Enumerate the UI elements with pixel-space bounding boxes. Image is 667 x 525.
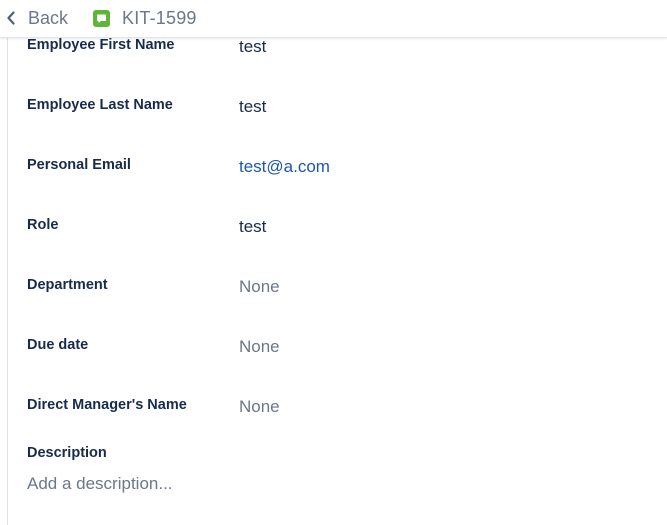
issue-key-link[interactable]: KIT-1599 xyxy=(93,0,197,36)
field-label: Role xyxy=(27,217,59,233)
field-employee-first-name: Employee First Name test xyxy=(27,37,647,67)
field-value[interactable]: test xyxy=(239,217,266,237)
field-value[interactable]: test xyxy=(239,97,266,117)
field-label: Due date xyxy=(27,337,89,353)
description-input[interactable]: Add a description... xyxy=(27,474,173,494)
panel-divider xyxy=(7,37,8,525)
issue-fields-panel: Employee First Name test Employee Last N… xyxy=(0,37,667,525)
back-label: Back xyxy=(28,7,69,28)
field-employee-last-name: Employee Last Name test xyxy=(27,97,647,127)
story-icon xyxy=(93,9,110,27)
field-department: Department None xyxy=(27,277,647,307)
field-label: Employee Last Name xyxy=(27,97,173,113)
field-label: Direct Manager's Name xyxy=(27,397,187,413)
back-button[interactable]: Back xyxy=(0,0,74,36)
email-link[interactable]: test@a.com xyxy=(239,157,330,177)
issue-detail-page: Back KIT-1599 Employee First Name test E… xyxy=(0,0,667,525)
field-value[interactable]: test xyxy=(239,37,266,57)
field-label: Department xyxy=(27,277,108,293)
field-direct-manager-name: Direct Manager's Name None xyxy=(27,397,647,427)
field-value[interactable]: None xyxy=(239,277,280,297)
field-value[interactable]: None xyxy=(239,337,280,357)
field-personal-email: Personal Email test@a.com xyxy=(27,157,647,187)
issue-header: Back KIT-1599 xyxy=(0,0,667,38)
field-value[interactable]: None xyxy=(239,397,280,417)
field-label: Personal Email xyxy=(27,157,131,173)
field-label: Employee First Name xyxy=(27,37,175,53)
field-due-date: Due date None xyxy=(27,337,647,367)
issue-key-label: KIT-1599 xyxy=(122,7,197,28)
field-role: Role test xyxy=(27,217,647,247)
chevron-left-icon xyxy=(4,11,18,25)
description-label: Description xyxy=(27,445,107,461)
